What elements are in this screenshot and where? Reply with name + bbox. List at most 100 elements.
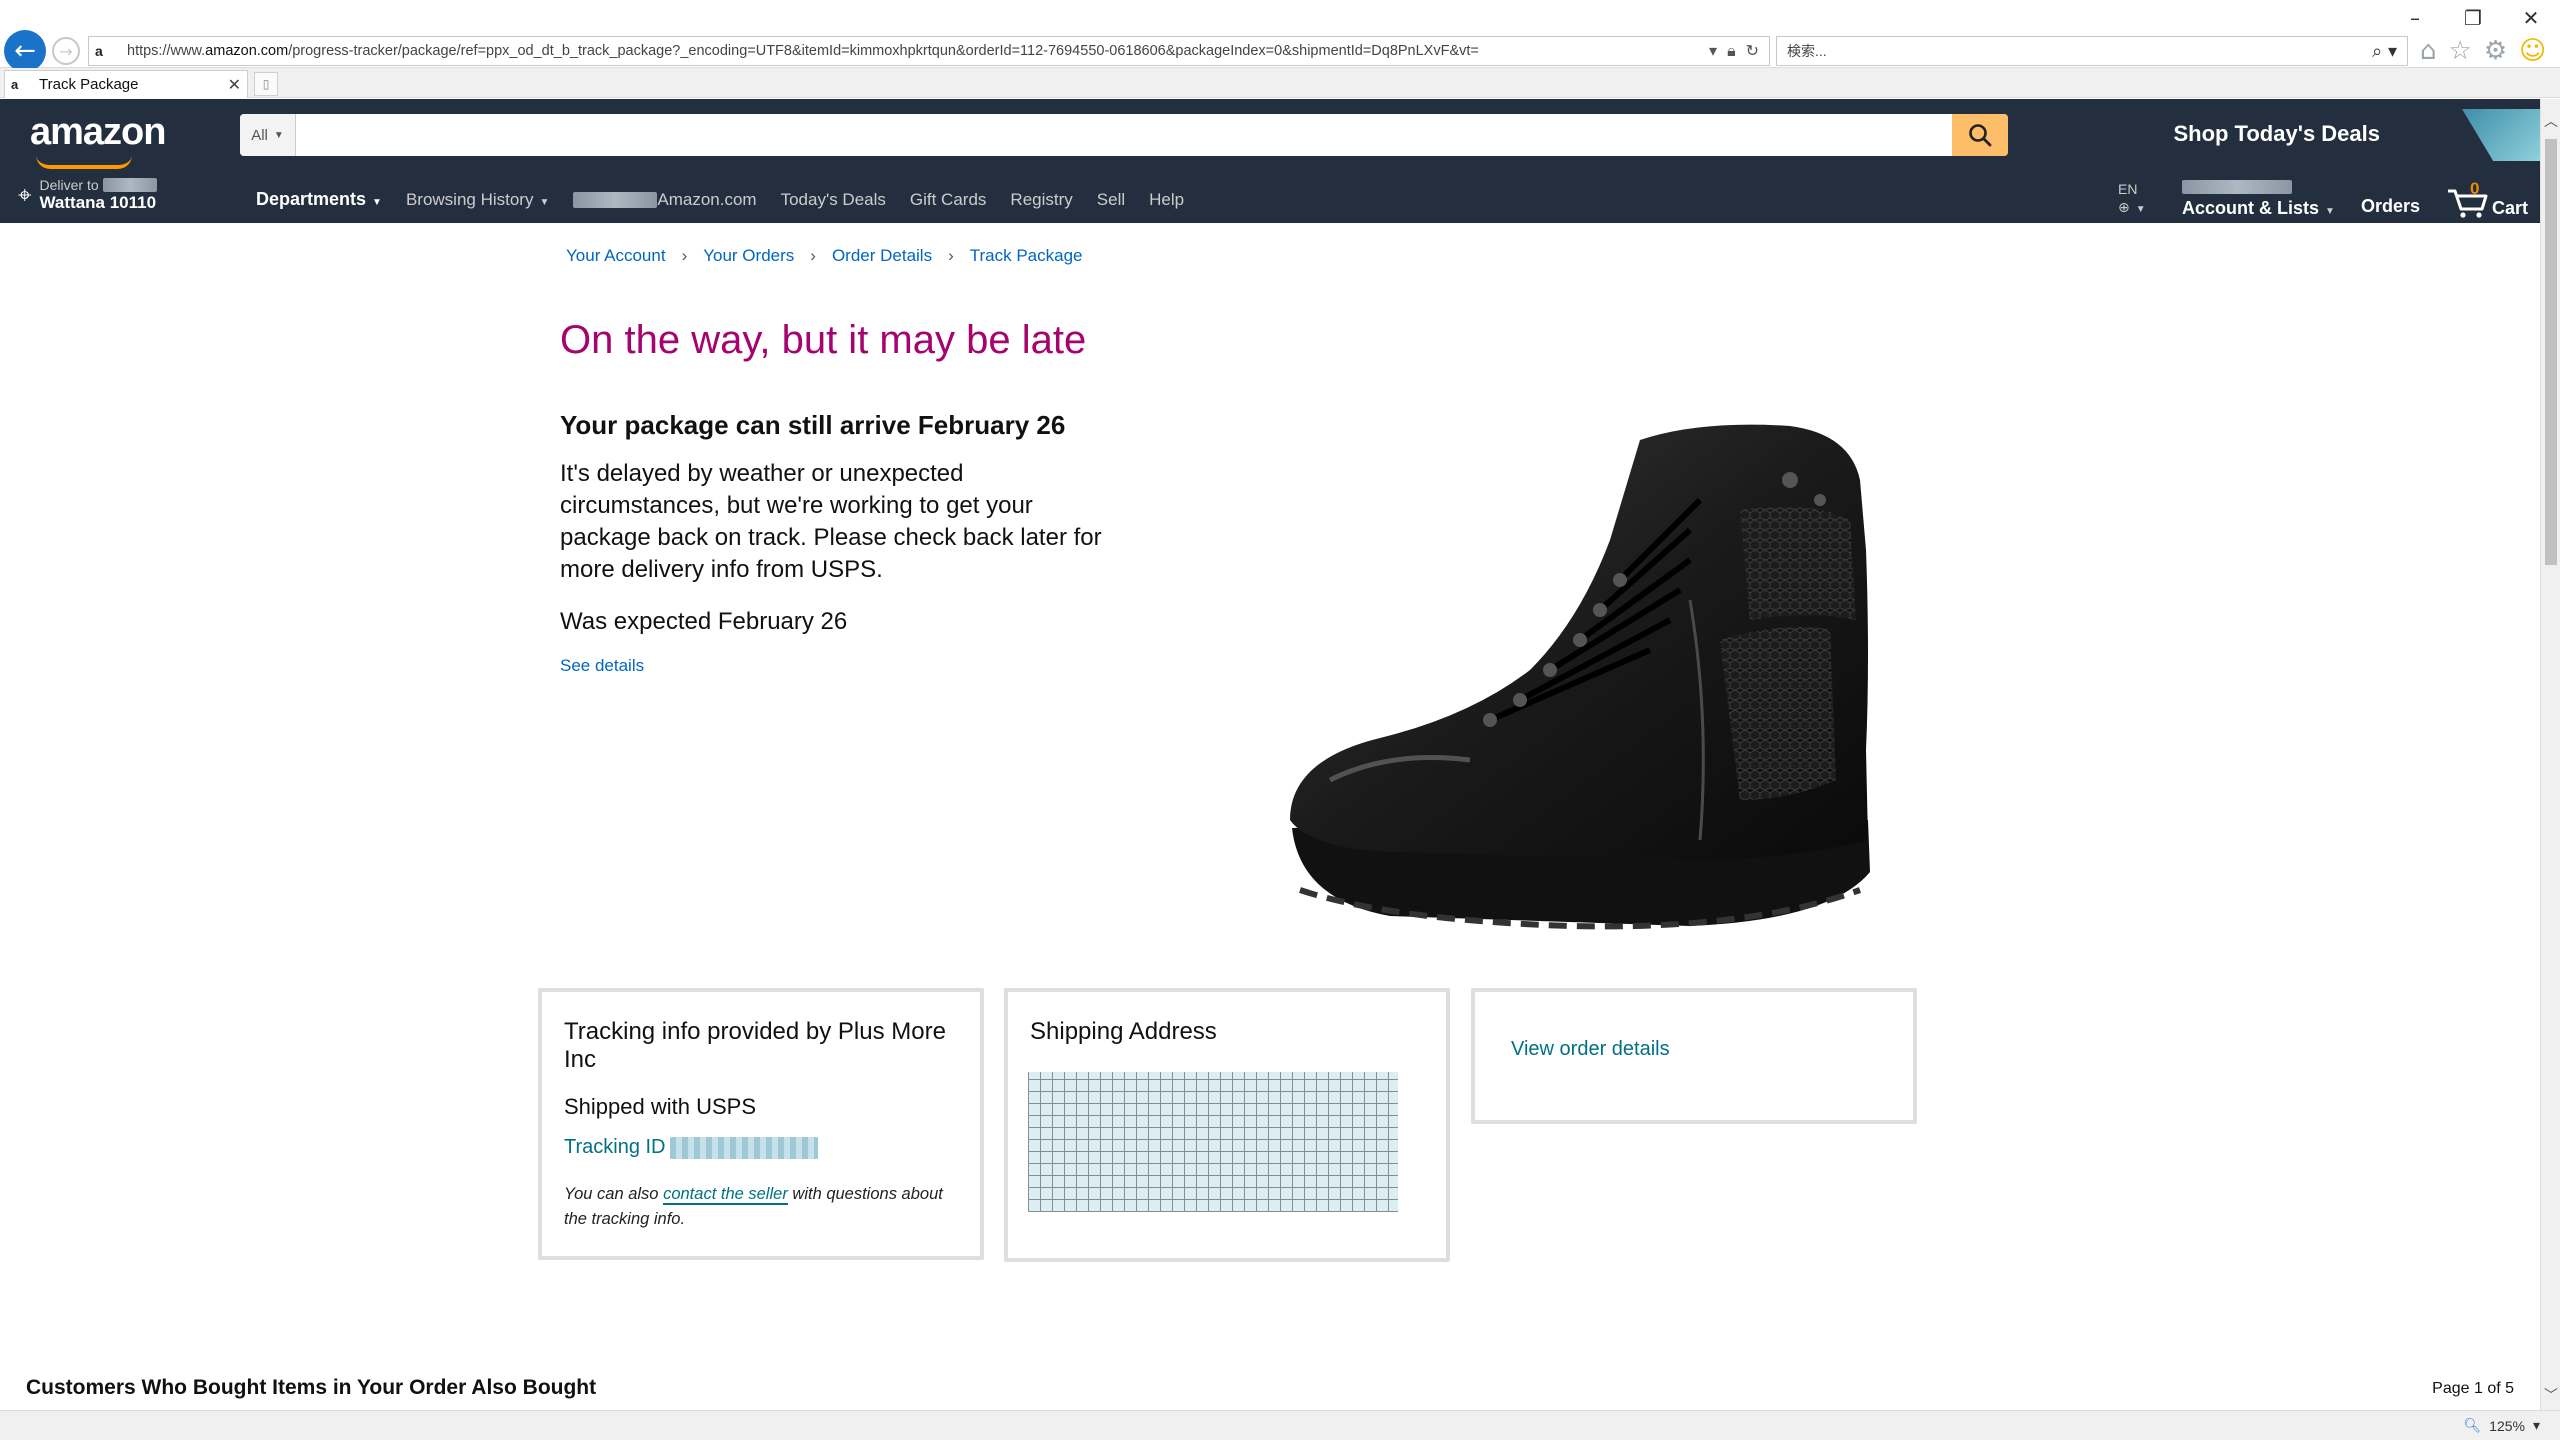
was-expected-date: Was expected February 26 xyxy=(560,608,848,635)
breadcrumb-track-package[interactable]: Track Package xyxy=(970,246,1083,266)
redacted-address xyxy=(1028,1072,1398,1212)
tab-track-package[interactable]: a Track Package ✕ xyxy=(4,70,248,98)
close-tab-icon[interactable]: ✕ xyxy=(228,75,241,94)
feedback-smiley-icon[interactable]: ☺ xyxy=(2519,36,2546,66)
registry-link[interactable]: Registry xyxy=(1010,190,1072,210)
tracking-info-card: Tracking info provided by Plus More Inc … xyxy=(538,988,984,1260)
breadcrumb-separator: › xyxy=(810,246,816,265)
globe-icon: ⊕ xyxy=(2118,200,2130,216)
amazon-favicon-icon: a xyxy=(95,43,103,59)
url-host: amazon.com xyxy=(205,43,289,59)
amazon-header: amazon All ▼ Shop Today's Deals ⌖ Deliver… xyxy=(0,99,2540,223)
contact-note-pre: You can also xyxy=(564,1185,664,1203)
redacted-name xyxy=(102,178,157,192)
caret-down-icon: ▼ xyxy=(2325,206,2335,217)
scroll-up-icon[interactable]: ︿ xyxy=(2541,109,2560,133)
amazon-nav-bar: ⌖ Deliver to Wattana 10110 Departments ▼ … xyxy=(0,171,2540,223)
redacted-username xyxy=(573,192,658,209)
zoom-control[interactable]: 🔍︎ 125% ▾ xyxy=(2463,1417,2540,1434)
page-scrollbar[interactable]: ︿ ﹀ xyxy=(2540,99,2560,1411)
breadcrumb-order-details[interactable]: Order Details xyxy=(832,246,932,266)
zoom-dropdown-icon[interactable]: ▾ xyxy=(2533,1417,2540,1434)
location-pin-icon: ⌖ xyxy=(18,181,32,209)
magnifier-icon xyxy=(1969,124,1992,147)
deliver-to-button[interactable]: ⌖ Deliver to Wattana 10110 xyxy=(18,177,157,213)
cart-button[interactable]: 0 Cart xyxy=(2446,179,2528,223)
browsing-history-menu[interactable]: Browsing History ▼ xyxy=(406,190,549,210)
dropdown-icon[interactable]: ▾ xyxy=(1709,41,1717,61)
delay-message: It's delayed by weather or unexpected ci… xyxy=(560,460,1102,583)
contact-seller-link[interactable]: contact the seller xyxy=(663,1185,788,1205)
url-text[interactable]: https://www.amazon.com/progress-tracker/… xyxy=(117,43,1699,59)
tab-title: Track Package xyxy=(39,76,139,93)
browsing-history-label: Browsing History xyxy=(405,189,534,209)
language-selector[interactable]: EN ⊕ ▼ xyxy=(2118,180,2168,223)
cart-label: Cart xyxy=(2491,198,2528,218)
shipping-address-title: Shipping Address xyxy=(1030,1018,1217,1045)
tab-strip: a Track Package ✕ ▯ xyxy=(0,68,2560,98)
gift-cards-link[interactable]: Gift Cards xyxy=(910,190,987,210)
url-prefix: https://www. xyxy=(127,43,206,59)
breadcrumb-separator: › xyxy=(948,246,954,265)
settings-gear-icon[interactable]: ⚙ xyxy=(2484,36,2507,66)
browser-toolbar: – ❐ ✕ ← → a https://www.amazon.com/progr… xyxy=(0,0,2560,72)
caret-down-icon: ▼ xyxy=(2135,204,2146,215)
breadcrumb-your-account[interactable]: Your Account xyxy=(566,246,666,266)
home-icon[interactable]: ⌂ xyxy=(2420,36,2437,66)
url-path: /progress-tracker/package/ref=ppx_od_dt_… xyxy=(288,43,1479,59)
cart-count: 0 xyxy=(2469,179,2480,198)
browser-search-placeholder: 検索... xyxy=(1787,43,1827,59)
caret-down-icon: ▼ xyxy=(539,196,550,208)
caret-down-icon: ▼ xyxy=(273,129,284,141)
amazon-tab-icon: a xyxy=(11,77,19,92)
contact-seller-note: You can also contact the seller with que… xyxy=(564,1182,964,1232)
help-link[interactable]: Help xyxy=(1149,190,1184,210)
users-amazon-link[interactable]: Amazon.com xyxy=(573,189,757,210)
minimize-button[interactable]: – xyxy=(2386,0,2444,36)
zoom-icon: 🔍︎ xyxy=(2463,1417,2482,1433)
refresh-icon[interactable]: ↻ xyxy=(1746,41,1759,61)
lock-icon[interactable]: 🔒︎ xyxy=(1727,41,1736,61)
account-lists-menu[interactable]: Account & Lists ▼ xyxy=(2182,180,2335,223)
promo-banner-graphic[interactable] xyxy=(2462,109,2540,161)
language-label: EN xyxy=(2118,181,2138,197)
browser-search-box[interactable]: 検索... ⌕ ▾ xyxy=(1776,36,2408,66)
window-controls: – ❐ ✕ xyxy=(2386,0,2560,36)
amazon-com-label: Amazon.com xyxy=(657,189,757,209)
departments-label: Departments xyxy=(256,189,367,209)
deliver-label: Deliver to xyxy=(39,177,99,193)
arrival-estimate: Your package can still arrive February 2… xyxy=(560,410,1066,440)
redacted-tracking-number xyxy=(669,1136,818,1159)
address-bar[interactable]: a https://www.amazon.com/progress-tracke… xyxy=(88,36,1770,66)
breadcrumb: Your Account › Your Orders › Order Detai… xyxy=(566,246,1083,266)
scroll-thumb[interactable] xyxy=(2545,139,2557,565)
account-lists-label: Account & Lists xyxy=(2182,198,2320,218)
see-details-link[interactable]: See details xyxy=(560,656,644,676)
todays-deals-link[interactable]: Today's Deals xyxy=(781,190,886,210)
view-order-details-link[interactable]: View order details xyxy=(1511,1038,1670,1061)
new-tab-button[interactable]: ▯ xyxy=(254,72,278,96)
sell-link[interactable]: Sell xyxy=(1097,190,1125,210)
amazon-search-button[interactable] xyxy=(1952,114,2008,156)
tracking-id-link[interactable]: Tracking ID xyxy=(564,1136,818,1159)
arrow-left-icon: ← xyxy=(14,36,36,66)
close-window-button[interactable]: ✕ xyxy=(2502,0,2560,36)
product-image-boot xyxy=(1290,424,1870,930)
breadcrumb-your-orders[interactable]: Your Orders xyxy=(703,246,794,266)
departments-menu[interactable]: Departments ▼ xyxy=(256,189,382,210)
amazon-logo[interactable]: amazon xyxy=(30,111,166,154)
search-category-dropdown[interactable]: All ▼ xyxy=(240,114,296,156)
forward-button[interactable]: → xyxy=(52,37,80,65)
amazon-search-input[interactable] xyxy=(296,114,1952,156)
shop-todays-deals-promo[interactable]: Shop Today's Deals xyxy=(2173,121,2380,147)
back-button[interactable]: ← xyxy=(4,30,46,72)
shipped-with-carrier: Shipped with USPS xyxy=(564,1094,756,1119)
search-category-label: All xyxy=(251,126,268,144)
cart-icon xyxy=(2447,189,2488,218)
favorites-star-icon[interactable]: ☆ xyxy=(2449,36,2472,66)
orders-link[interactable]: Orders xyxy=(2361,196,2420,223)
restore-button[interactable]: ❐ xyxy=(2444,0,2502,36)
amazon-smile-icon xyxy=(36,155,132,169)
scroll-down-icon[interactable]: ﹀ xyxy=(2541,1383,2560,1407)
search-icon[interactable]: ⌕ ▾ xyxy=(2362,41,2407,62)
